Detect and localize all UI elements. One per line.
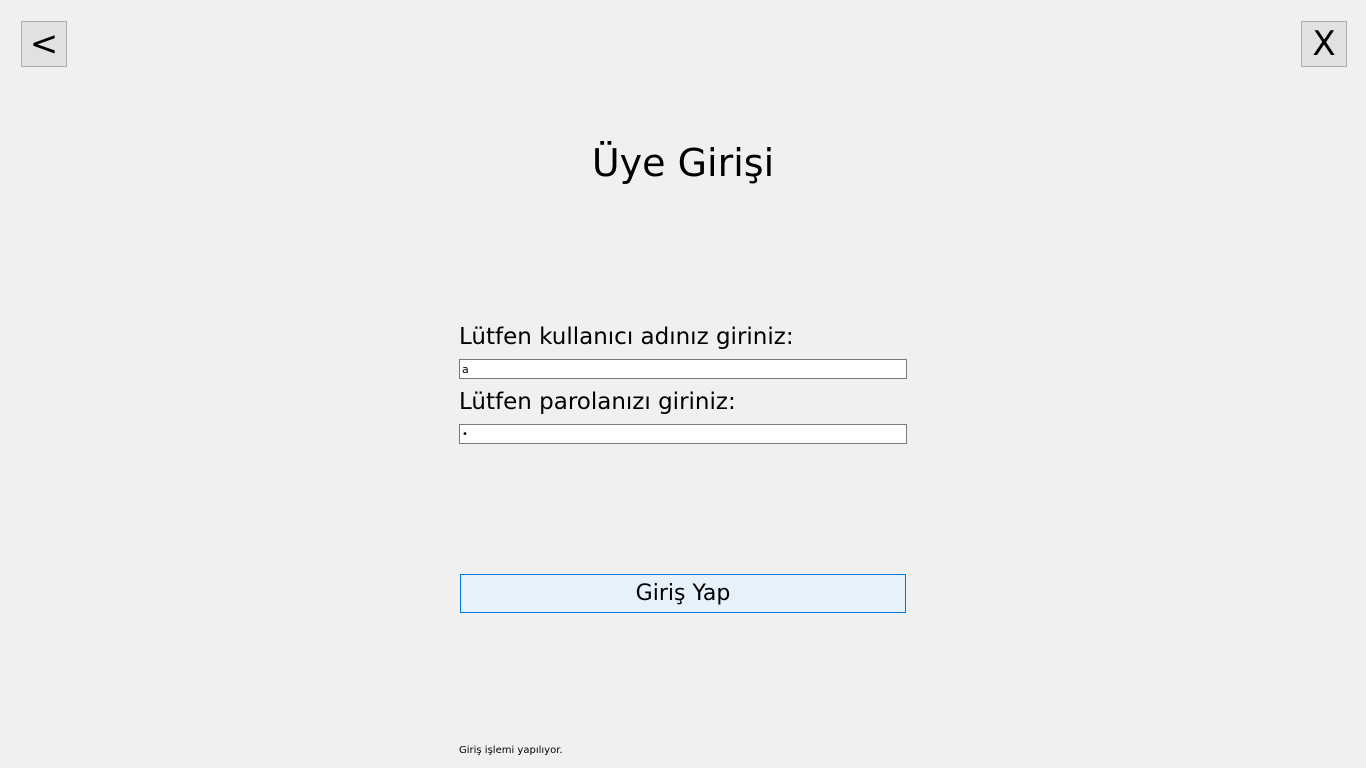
back-button[interactable]: < xyxy=(21,21,67,67)
password-input[interactable] xyxy=(459,424,907,444)
page-title: Üye Girişi xyxy=(591,141,775,185)
username-label: Lütfen kullanıcı adınız giriniz: xyxy=(459,324,794,350)
close-button[interactable]: X xyxy=(1301,21,1347,67)
login-window: < X Üye Girişi Lütfen kullanıcı adınız g… xyxy=(0,0,1366,768)
login-button[interactable]: Giriş Yap xyxy=(460,574,906,613)
username-input[interactable] xyxy=(459,359,907,379)
password-label: Lütfen parolanızı giriniz: xyxy=(459,389,736,415)
status-message: Giriş işlemi yapılıyor. xyxy=(459,745,563,756)
